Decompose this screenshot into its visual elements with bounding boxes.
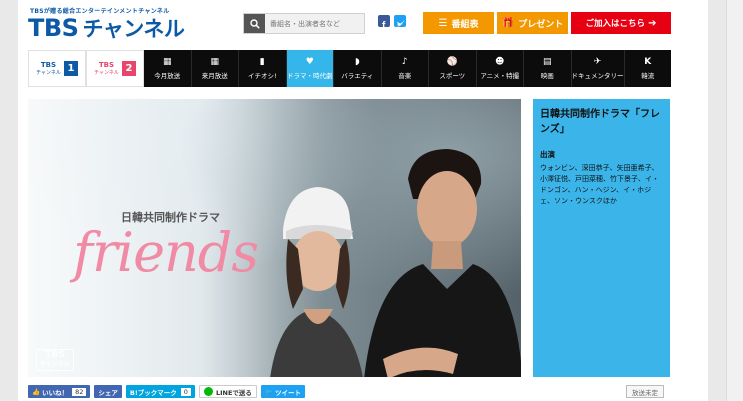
- schedule-label: 番組表: [451, 19, 479, 30]
- actress-figure: [270, 187, 363, 377]
- share-bar: 👍 いいね！ 82 シェア B!ブックマーク 0 LINEで送る 🐦 ツイート: [28, 385, 305, 398]
- tweet-label: ツイート: [274, 388, 301, 397]
- tbs2-label: TBS: [98, 60, 115, 69]
- hatena-bookmark-button[interactable]: B!ブックマーク 0: [125, 385, 195, 398]
- like-count: 82: [72, 387, 87, 396]
- search-input[interactable]: [265, 14, 364, 33]
- nav-drama[interactable]: ♥ ドラマ・時代劇: [286, 50, 334, 87]
- logo-sub-text: チャンネル: [82, 17, 185, 41]
- main-nav: TBS チャンネル 1 TBS チャンネル 2 ▦ 今月放送 ▦ 来月放送 ▮ イチオシ!…: [28, 50, 671, 87]
- thumbs-up-icon: 👍: [32, 387, 41, 396]
- k-icon: K: [644, 57, 652, 67]
- program-info-panel: 日韓共同制作ドラマ「フレンズ」 出演 ウォンビン、深田恭子、矢田亜希子、小澤征悦…: [533, 99, 670, 377]
- nav-music[interactable]: ♪ 音楽: [382, 50, 429, 87]
- nav-korean[interactable]: K 韓流: [625, 50, 672, 87]
- facebook-like-button[interactable]: 👍 いいね！ 82: [28, 385, 91, 398]
- nav-sports[interactable]: ⚾ スポーツ: [429, 50, 477, 87]
- film-icon: ▤: [542, 57, 552, 67]
- tbs2-number: 2: [121, 61, 136, 76]
- plane-icon: ✈: [593, 57, 602, 67]
- subscribe-label: ご加入はこちら: [585, 19, 646, 29]
- site-logo[interactable]: TBS チャンネル: [28, 13, 185, 43]
- nav-movie[interactable]: ▤ 映画: [524, 50, 572, 87]
- like-label: いいね！: [42, 388, 69, 397]
- search-box: [243, 13, 365, 34]
- anime-icon: ☻: [495, 57, 505, 67]
- subscribe-button[interactable]: ご加入はこちら ➔: [571, 12, 671, 34]
- music-icon: ♪: [401, 57, 408, 67]
- tbs1-sub: チャンネル: [36, 69, 61, 76]
- tbs1-label: TBS: [40, 60, 57, 69]
- tbs1-number: 1: [63, 61, 78, 76]
- broadcast-status-badge: 放送未定: [626, 385, 664, 398]
- present-label: プレゼント: [518, 19, 564, 30]
- nav-next-month[interactable]: ▦ 来月放送: [192, 50, 239, 87]
- heart-icon: ♥: [305, 57, 314, 67]
- tbs2-sub: チャンネル: [94, 69, 119, 76]
- facebook-share-button[interactable]: シェア: [94, 385, 122, 398]
- hero-image: 日韓共同制作ドラマ friends TBS チャンネル: [28, 99, 521, 377]
- sports-icon: ⚾: [446, 57, 458, 67]
- watermark-sub: チャンネル: [40, 361, 70, 368]
- line-share-button[interactable]: LINEで送る: [198, 385, 257, 398]
- nav-tbs1[interactable]: TBS チャンネル 1: [28, 50, 86, 87]
- calendar-icon: ▦: [162, 57, 172, 67]
- nav-recommend[interactable]: ▮ イチオシ!: [239, 50, 287, 87]
- hatena-label: B!ブックマーク: [129, 388, 177, 397]
- bottle-icon: ▮: [259, 57, 265, 67]
- logo-text: TBS: [28, 14, 79, 42]
- present-button[interactable]: 🎁 プレゼント: [497, 12, 568, 34]
- arrow-circle-icon: ➔: [648, 17, 657, 29]
- hatena-count: 0: [180, 387, 191, 396]
- twitter-bird-icon: 🐦: [264, 387, 273, 396]
- nav-anime[interactable]: ☻ アニメ・特撮: [477, 50, 524, 87]
- twitter-icon[interactable]: [394, 15, 406, 27]
- nav-this-month[interactable]: ▦ 今月放送: [144, 50, 192, 87]
- search-icon: [249, 18, 260, 29]
- line-icon: [203, 387, 213, 396]
- line-label: LINEで送る: [215, 388, 252, 397]
- scrollbar[interactable]: [726, 0, 743, 401]
- category-nav: ▦ 今月放送 ▦ 来月放送 ▮ イチオシ! ♥ ドラマ・時代劇 ◗ バラエティ ♪ 音楽 ⚾…: [144, 50, 671, 87]
- channel-watermark: TBS チャンネル: [36, 349, 74, 371]
- program-title: 日韓共同制作ドラマ「フレンズ」: [540, 109, 660, 135]
- page: TBSが贈る総合エンターテインメントチャンネル TBSチャンネル f ☰番組表 …: [18, 0, 708, 401]
- calendar-next-icon: ▦: [210, 57, 219, 67]
- svg-text:f: f: [382, 21, 386, 31]
- tweet-button[interactable]: 🐦 ツイート: [260, 385, 305, 398]
- watermark-text: TBS: [45, 350, 65, 360]
- nav-documentary[interactable]: ✈ ドキュメンタリー: [572, 50, 625, 87]
- actor-figure: [364, 149, 521, 377]
- list-icon: ☰: [438, 17, 448, 29]
- schedule-button[interactable]: ☰ 番組表: [423, 12, 494, 34]
- nav-tbs2[interactable]: TBS チャンネル 2: [86, 50, 144, 87]
- cast-list: ウォンビン、深田恭子、矢田亜希子、小澤征悦、戸田菜穂、竹下景子、イ・ドンゴン、ハ…: [540, 164, 659, 205]
- facebook-icon[interactable]: f: [378, 15, 390, 32]
- nav-variety[interactable]: ◗ バラエティ: [334, 50, 382, 87]
- hero-title: friends: [73, 221, 259, 284]
- gift-icon: 🎁: [501, 17, 515, 29]
- cast-label: 出演: [540, 150, 555, 159]
- variety-icon: ◗: [354, 57, 360, 67]
- search-button[interactable]: [244, 14, 265, 33]
